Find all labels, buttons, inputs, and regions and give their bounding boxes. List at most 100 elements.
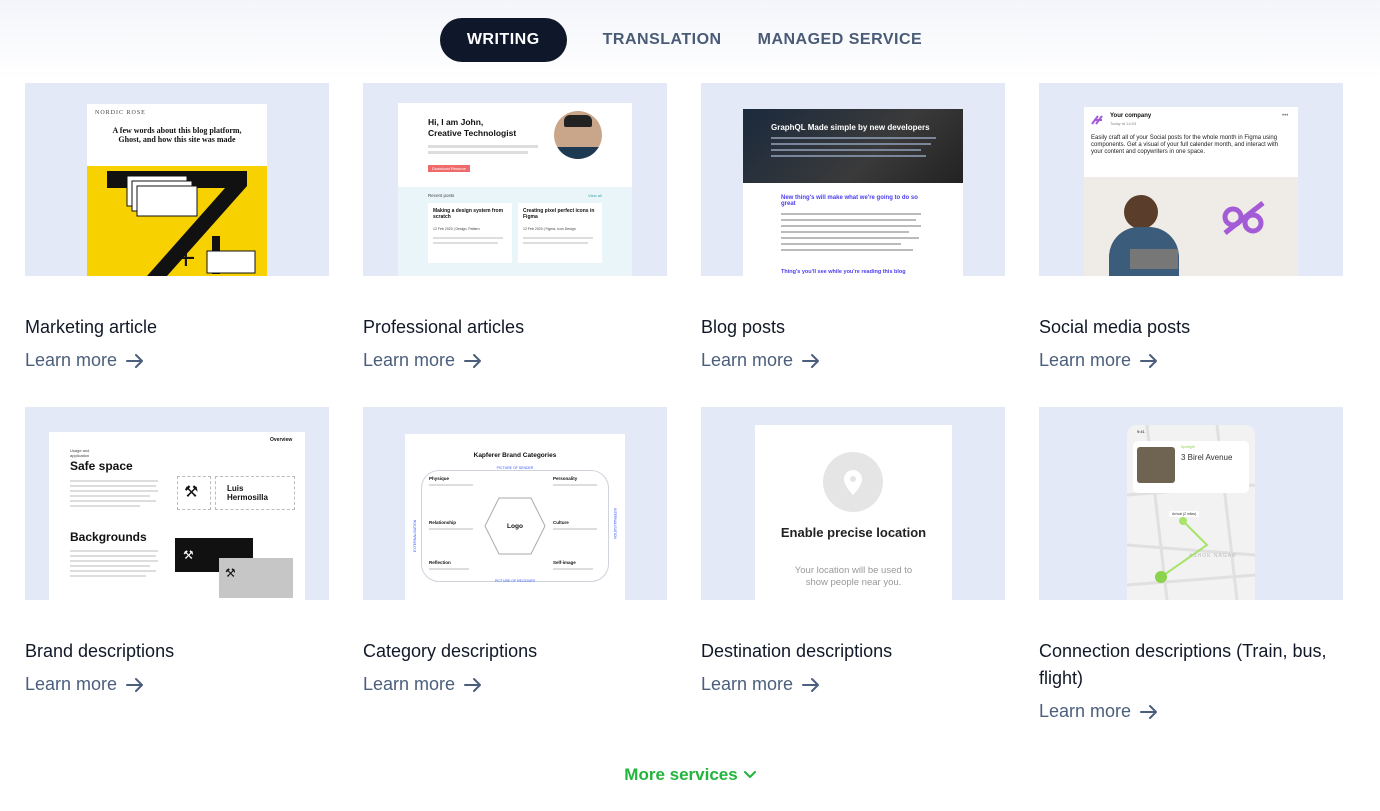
spotlight-label: Spotlight	[1181, 445, 1195, 449]
post-meta: 12 Feb 2020 | Figma, Icon Design	[523, 227, 576, 231]
more-options-icon: •••	[1282, 113, 1289, 119]
more-services-row: More services	[0, 765, 1380, 785]
arrival-label: Arrival (2 miles)	[1169, 511, 1200, 517]
thumbnail-professional-articles: Hi, I am John, Creative Technologist Dow…	[363, 83, 667, 276]
thumb-body: Easily craft all of your Social posts fo…	[1091, 135, 1279, 155]
self-image-label: Self-image	[553, 560, 576, 565]
services-grid: NORDIC ROSE A few words about this blog …	[25, 83, 1343, 731]
card-title: Professional articles	[363, 317, 525, 337]
learn-more-link[interactable]: Learn more	[363, 350, 483, 371]
thumbnail-brand-descriptions: Overview Usage and application Safe spac…	[25, 407, 329, 600]
svg-text:+: +	[175, 243, 197, 273]
recent-posts-label: Recent posts	[428, 193, 455, 198]
more-services-button[interactable]: More services	[624, 765, 756, 785]
thumb-time: Today at 14:03	[1110, 121, 1137, 126]
learn-more-link[interactable]: Learn more	[701, 350, 821, 371]
thumbnail-marketing-article: NORDIC ROSE A few words about this blog …	[25, 83, 329, 276]
learn-more-label: Learn more	[363, 350, 456, 370]
learn-more-link[interactable]: Learn more	[1039, 350, 1159, 371]
physique-label: Physique	[429, 476, 450, 481]
learn-more-link[interactable]: Learn more	[25, 674, 145, 695]
area-label: ASHOK NAGAR	[1189, 553, 1237, 559]
hammer-icon: ⚒	[225, 566, 236, 580]
learn-more-link[interactable]: Learn more	[363, 674, 483, 695]
personality-label: Personality	[553, 476, 578, 481]
learn-more-label: Learn more	[363, 674, 456, 694]
thumb-logo-text: Luis Hermosilla	[227, 484, 268, 502]
tab-translation[interactable]: TRANSLATION	[585, 18, 740, 62]
thumbnail-destination-descriptions: Enable precise location Your location wi…	[701, 407, 1005, 600]
learn-more-link[interactable]: Learn more	[701, 674, 821, 695]
top-axis-label: PICTURE OF SENDER	[496, 466, 534, 470]
thumb-place: 3 Birel Avenue	[1181, 453, 1233, 462]
culture-label: Culture	[553, 520, 569, 525]
post-meta: 12 Feb 2020 | Design, Pattern	[433, 227, 480, 231]
card-title: Connection descriptions (Train, bus, fli…	[1039, 641, 1327, 688]
post-title: Making a design system from scratch	[433, 208, 504, 220]
view-all-link: View all	[588, 193, 602, 198]
thumbnail-category-descriptions: Kapferer Brand Categories Logo PICTURE O…	[363, 407, 667, 600]
thumb-brand: NORDIC ROSE	[95, 110, 146, 116]
thumb-heading: Enable precise location	[780, 525, 927, 540]
card-title: Blog posts	[701, 317, 786, 337]
service-card-blog-posts: GraphQL Made simple by new developers Ne…	[701, 83, 1005, 407]
hammer-icon: ⚒	[184, 484, 199, 501]
service-card-connection-descriptions: 9:41 Spotlight 3 Birel Avenue Arrival (2…	[1039, 407, 1343, 731]
card-title: Social media posts	[1039, 317, 1191, 337]
relationship-label: Relationship	[429, 520, 457, 525]
learn-more-label: Learn more	[1039, 350, 1132, 370]
arrow-right-icon	[1140, 704, 1158, 719]
logo-name-last: Hermosilla	[227, 493, 268, 502]
reflection-label: Reflection	[429, 560, 451, 565]
arrow-right-icon	[126, 677, 144, 692]
tab-writing[interactable]: WRITING	[439, 18, 567, 62]
thumb-footer: Thing's you'll see while you're reading …	[781, 269, 906, 275]
thumbnail-social-media-posts: Your company Today at 14:03 ••• Easily c…	[1039, 83, 1343, 276]
service-card-social-media-posts: Your company Today at 14:03 ••• Easily c…	[1039, 83, 1343, 407]
location-pin-icon	[823, 452, 883, 512]
arrow-right-icon	[802, 353, 820, 368]
thumb-overview: Overview	[270, 437, 293, 443]
avatar	[554, 111, 602, 159]
card-title: Destination descriptions	[701, 641, 893, 661]
learn-more-link[interactable]: Learn more	[1039, 701, 1159, 722]
thumb-body: Your location will be used to show peopl…	[794, 565, 913, 588]
service-card-professional-articles: Hi, I am John, Creative Technologist Dow…	[363, 83, 667, 407]
arrow-right-icon	[464, 677, 482, 692]
card-title: Brand descriptions	[25, 641, 175, 661]
learn-more-label: Learn more	[701, 674, 794, 694]
thumb-title: Kapferer Brand Categories	[473, 452, 557, 459]
learn-more-label: Learn more	[25, 674, 118, 694]
learn-more-link[interactable]: Learn more	[25, 350, 145, 371]
company-logo-icon	[1091, 115, 1103, 125]
service-card-marketing-article: NORDIC ROSE A few words about this blog …	[25, 83, 329, 407]
post-title: Creating pixel perfect icons in Figma	[523, 208, 595, 220]
illustration-seven: +	[107, 171, 256, 276]
thumb-backgrounds: Backgrounds	[70, 530, 147, 544]
chevron-down-icon	[743, 771, 756, 778]
thumb-sub: New thing's will make what we're going t…	[781, 195, 918, 207]
thumb-role: Creative Technologist	[428, 128, 517, 138]
bottom-axis-label: PICTURE OF RECEIVER	[494, 579, 536, 583]
right-axis-label: INTERNALISATION	[613, 508, 617, 540]
thumb-usage: Usage and application	[70, 448, 90, 458]
thumb-greeting: Hi, I am John,	[428, 117, 484, 127]
logo-name-first: Luis	[227, 484, 244, 493]
thumb-banner: GraphQL Made simple by new developers	[771, 123, 930, 132]
service-tabs: WRITING TRANSLATION MANAGED SERVICE	[0, 18, 1380, 62]
download-resume-button: Download Resume	[428, 165, 470, 172]
service-card-category-descriptions: Kapferer Brand Categories Logo PICTURE O…	[363, 407, 667, 731]
learn-more-label: Learn more	[1039, 701, 1132, 721]
left-axis-label: EXTERNALISATION	[413, 519, 417, 552]
tab-managed-service[interactable]: MANAGED SERVICE	[740, 18, 941, 62]
thumb-company: Your company	[1110, 113, 1152, 119]
arrow-right-icon	[464, 353, 482, 368]
thumbnail-blog-posts: GraphQL Made simple by new developers Ne…	[701, 83, 1005, 276]
thumb-safe-space: Safe space	[70, 459, 133, 473]
brand-mark-icon	[1222, 201, 1265, 235]
card-title: Category descriptions	[363, 641, 538, 661]
more-services-label: More services	[624, 765, 738, 784]
arrow-right-icon	[126, 353, 144, 368]
hammer-icon: ⚒	[183, 548, 194, 562]
card-title: Marketing article	[25, 317, 158, 337]
